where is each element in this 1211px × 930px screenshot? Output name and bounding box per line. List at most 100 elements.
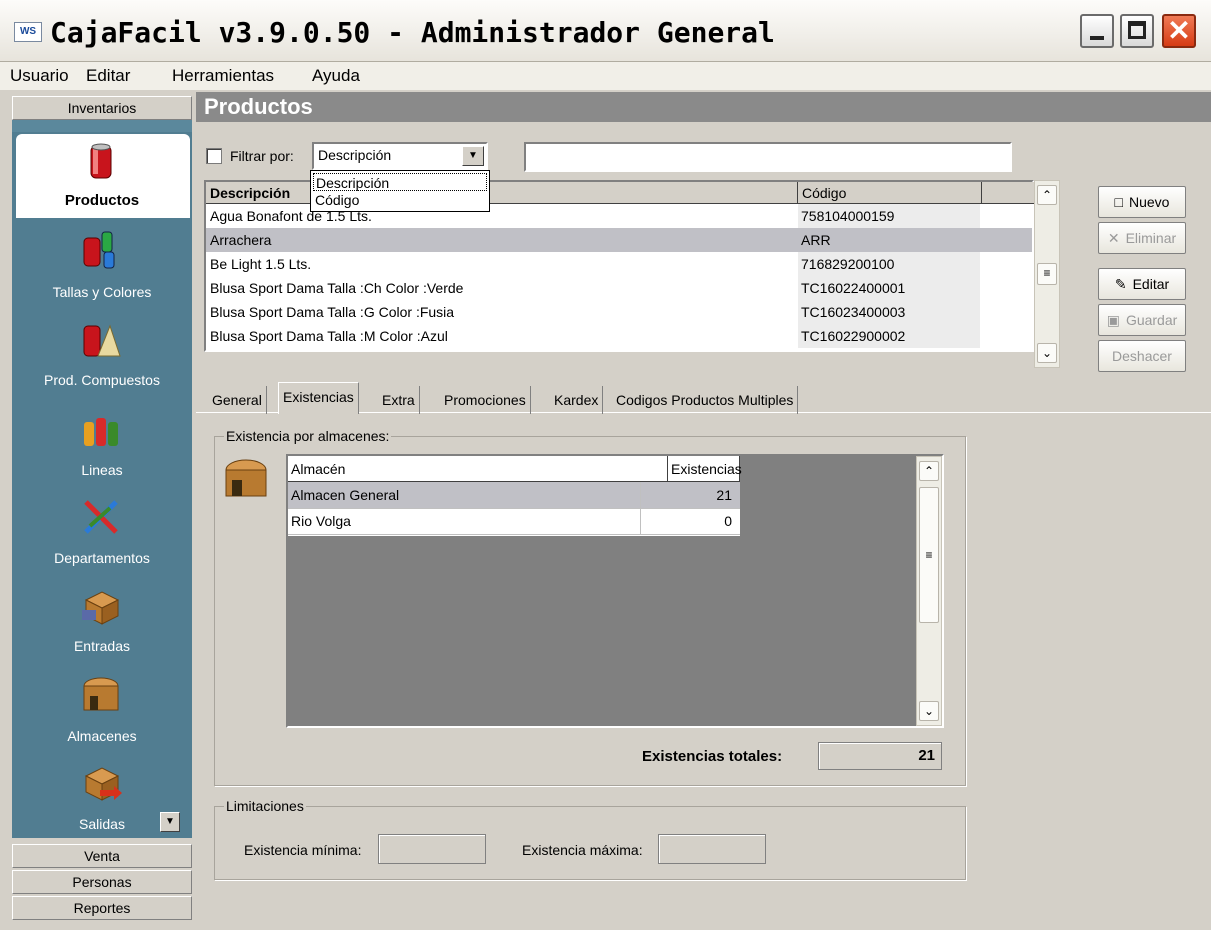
existencias-totales-label: Existencias totales: bbox=[642, 748, 783, 765]
nuevo-button[interactable]: □ Nuevo bbox=[1098, 186, 1186, 218]
minimize-button[interactable] bbox=[1080, 14, 1114, 48]
tab-promociones[interactable]: Promociones bbox=[440, 386, 531, 414]
products-scrollbar[interactable]: ⌃ ≡ ⌄ bbox=[1034, 180, 1060, 368]
table-row[interactable]: Blusa Sport Dama Talla :M Color :Azul TC1… bbox=[206, 324, 1032, 348]
column-header-descripcion[interactable]: Descripción bbox=[206, 182, 798, 204]
box-in-icon[interactable] bbox=[80, 584, 122, 626]
sidebar-item-prod-compuestos[interactable]: Prod. Compuestos bbox=[12, 372, 192, 388]
sidebar-item-lineas[interactable]: Lineas bbox=[12, 462, 192, 478]
delete-icon: ✕ bbox=[1107, 230, 1120, 246]
warehouse-icon bbox=[225, 459, 267, 497]
table-row[interactable]: Be Light 1.5 Lts. 716829200100 bbox=[206, 252, 1032, 276]
filter-checkbox[interactable] bbox=[206, 148, 222, 164]
eliminar-label: Eliminar bbox=[1125, 230, 1177, 246]
tab-existencias[interactable]: Existencias bbox=[278, 382, 359, 414]
warehouse-icon[interactable] bbox=[80, 672, 122, 714]
grid-empty-area bbox=[288, 536, 920, 726]
close-button[interactable]: ✕ bbox=[1162, 14, 1196, 48]
tools-icon[interactable] bbox=[80, 496, 122, 538]
sidebar-strip bbox=[12, 120, 192, 132]
close-icon: ✕ bbox=[1167, 15, 1191, 46]
cell-codigo: ARR bbox=[798, 228, 980, 252]
tab-codigos-productos-multiples[interactable]: Codigos Productos Multiples bbox=[612, 386, 799, 414]
nuevo-label: Nuevo bbox=[1129, 194, 1170, 210]
column-header-codigo[interactable]: Código bbox=[798, 182, 982, 204]
page-title: Productos bbox=[204, 94, 313, 119]
cans-icon[interactable] bbox=[78, 228, 120, 270]
cell-descripcion: Arrachera bbox=[210, 232, 272, 248]
column-header-filler bbox=[982, 182, 1034, 204]
scroll-down-icon[interactable]: ⌄ bbox=[919, 701, 939, 721]
column-header-almacen[interactable]: Almacén bbox=[288, 456, 668, 482]
new-document-icon: □ bbox=[1114, 194, 1123, 210]
existencias-grid[interactable]: Almacén Existencias Almacen General 21 Ri… bbox=[286, 454, 944, 728]
filter-dropdown-list[interactable]: Descripción Código bbox=[310, 170, 490, 212]
menu-usuario[interactable]: Usuario bbox=[10, 66, 69, 86]
menu-herramientas[interactable]: Herramientas bbox=[172, 66, 274, 86]
cell-almacen: Almacen General bbox=[291, 487, 400, 503]
scroll-up-icon[interactable]: ⌃ bbox=[1037, 185, 1057, 205]
table-row[interactable]: Blusa Sport Dama Talla :G Color :Fusia TC… bbox=[206, 300, 1032, 324]
filter-combo[interactable]: Descripción ▼ bbox=[312, 142, 488, 170]
dropdown-option-codigo[interactable]: Código bbox=[313, 191, 487, 209]
cell-codigo: TC16023400003 bbox=[798, 300, 980, 324]
sidebar-header-inventarios[interactable]: Inventarios bbox=[12, 96, 192, 120]
scroll-down-icon[interactable]: ⌄ bbox=[1037, 343, 1057, 363]
cell-codigo: 716829200100 bbox=[798, 252, 980, 276]
box-out-icon[interactable] bbox=[80, 760, 122, 802]
sidebar-scroll-down-button[interactable]: ▼ bbox=[160, 812, 180, 832]
sidebar-item-departamentos[interactable]: Departamentos bbox=[12, 550, 192, 566]
cell-existencias: 21 bbox=[640, 482, 738, 508]
table-row[interactable]: Rio Volga 0 bbox=[288, 508, 740, 535]
sidebar-item-entradas[interactable]: Entradas bbox=[12, 638, 192, 654]
guardar-button[interactable]: ▣ Guardar bbox=[1098, 304, 1186, 336]
table-row[interactable]: Blusa Sport Dama Talla :Ch Color :Verde T… bbox=[206, 276, 1032, 300]
menu-editar[interactable]: Editar bbox=[86, 66, 130, 86]
scroll-up-icon[interactable]: ⌃ bbox=[919, 461, 939, 481]
dropdown-option-descripcion[interactable]: Descripción bbox=[313, 173, 487, 191]
editar-label: Editar bbox=[1132, 276, 1170, 292]
sidebar-item-tallas-colores[interactable]: Tallas y Colores bbox=[12, 284, 192, 300]
deshacer-label: Deshacer bbox=[1112, 348, 1172, 364]
existencia-maxima-field[interactable] bbox=[658, 834, 766, 864]
cell-codigo: 758104000159 bbox=[798, 204, 980, 228]
filter-label: Filtrar por: bbox=[230, 148, 294, 164]
deshacer-button[interactable]: Deshacer bbox=[1098, 340, 1186, 372]
cell-descripcion: Blusa Sport Dama Talla :M Color :Azul bbox=[210, 328, 448, 344]
existencia-minima-field[interactable] bbox=[378, 834, 486, 864]
scroll-thumb-grip-icon[interactable]: ≡ bbox=[919, 487, 939, 623]
editar-button[interactable]: ✎ Editar bbox=[1098, 268, 1186, 300]
column-header-existencias[interactable]: Existencias bbox=[668, 456, 742, 482]
sidebar-item-almacenes[interactable]: Almacenes bbox=[12, 728, 192, 744]
sidebar-item-productos[interactable]: Productos bbox=[12, 192, 192, 209]
existencias-table: Almacén Existencias Almacen General 21 Ri… bbox=[288, 456, 742, 536]
tab-general[interactable]: General bbox=[208, 386, 267, 414]
existencia-maxima-label: Existencia máxima: bbox=[522, 842, 643, 858]
can-cheese-icon[interactable] bbox=[80, 318, 122, 360]
sidebar-header-personas[interactable]: Personas bbox=[12, 870, 192, 894]
chevron-down-icon[interactable]: ▼ bbox=[462, 146, 484, 166]
bottles-icon[interactable] bbox=[80, 408, 122, 450]
tab-extra[interactable]: Extra bbox=[378, 386, 420, 414]
can-icon[interactable] bbox=[80, 140, 122, 182]
existencias-totales-value: 21 bbox=[818, 742, 942, 770]
limitaciones-group-label: Limitaciones bbox=[224, 798, 306, 814]
table-row[interactable]: Almacen General 21 bbox=[288, 482, 740, 509]
table-row[interactable]: Arrachera ARR bbox=[206, 228, 1032, 252]
sidebar-header-reportes[interactable]: Reportes bbox=[12, 896, 192, 920]
maximize-button[interactable] bbox=[1120, 14, 1154, 48]
maximize-icon bbox=[1128, 21, 1146, 39]
minimize-icon bbox=[1090, 36, 1104, 40]
eliminar-button[interactable]: ✕ Eliminar bbox=[1098, 222, 1186, 254]
window-title: CajaFacil v3.9.0.50 - Administrador Gene… bbox=[50, 16, 775, 49]
existencias-scrollbar[interactable]: ⌃ ≡ ⌄ bbox=[916, 456, 942, 726]
filter-combo-value: Descripción bbox=[318, 147, 392, 163]
scroll-thumb-grip-icon[interactable]: ≡ bbox=[1037, 263, 1057, 285]
tab-kardex[interactable]: Kardex bbox=[550, 386, 604, 414]
sidebar-header-venta[interactable]: Venta bbox=[12, 844, 192, 868]
existencia-minima-label: Existencia mínima: bbox=[244, 842, 362, 858]
cell-descripcion: Blusa Sport Dama Talla :Ch Color :Verde bbox=[210, 280, 464, 296]
page-title-bar bbox=[196, 92, 1211, 122]
menu-ayuda[interactable]: Ayuda bbox=[312, 66, 360, 86]
filter-search-input[interactable] bbox=[524, 142, 1012, 172]
